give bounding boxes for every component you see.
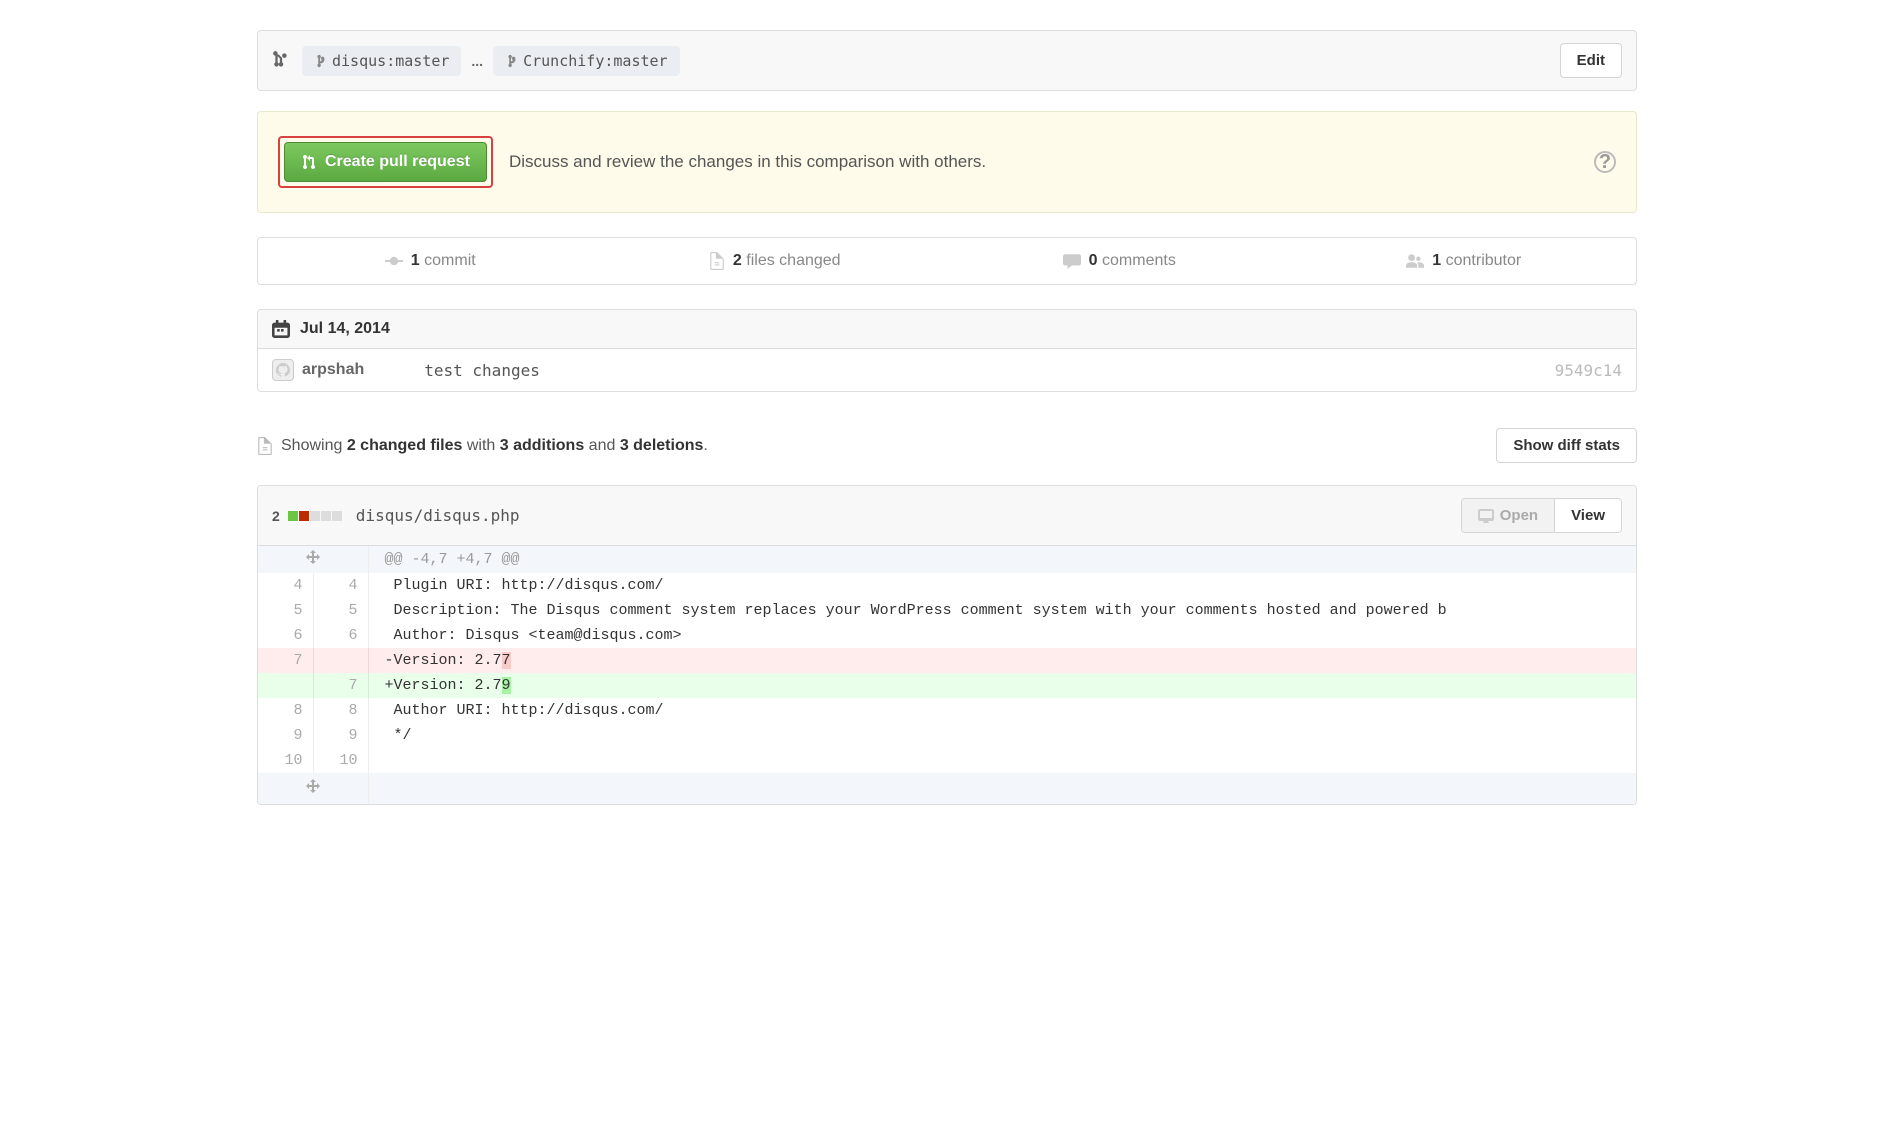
new-line-number[interactable]: 5: [313, 598, 368, 623]
old-line-number[interactable]: 4: [258, 573, 313, 598]
diff-stat-squares: [288, 511, 342, 521]
create-pull-request-button[interactable]: Create pull request: [284, 142, 487, 182]
compare-icon: [272, 50, 290, 71]
stat-commits[interactable]: 1 commit: [258, 238, 603, 284]
compare-separator: ...: [471, 53, 483, 69]
diff-line: 66 Author: Disqus <team@disqus.com>: [258, 623, 1636, 648]
files-summary: Showing 2 changed files with 3 additions…: [257, 428, 1637, 463]
diff-line: 44 Plugin URI: http://disqus.com/: [258, 573, 1636, 598]
diff-line: 55 Description: The Disqus comment syste…: [258, 598, 1636, 623]
commit-author[interactable]: arpshah: [302, 361, 364, 379]
avatar: [272, 359, 294, 381]
code-content: +Version: 2.79: [368, 673, 1636, 698]
new-line-number[interactable]: 8: [313, 698, 368, 723]
commit-row[interactable]: arpshah test changes 9549c14: [257, 349, 1637, 392]
file-change-count: 2: [272, 508, 280, 524]
create-pr-banner: Create pull request Discuss and review t…: [257, 111, 1637, 213]
file-header: 2 disqus/disqus.php Open View: [258, 486, 1636, 546]
old-line-number[interactable]: 8: [258, 698, 313, 723]
code-content: -Version: 2.77: [368, 648, 1636, 673]
branch-icon: [505, 54, 517, 68]
code-content: */: [368, 723, 1636, 748]
diff-line: 1010: [258, 748, 1636, 773]
new-line-number[interactable]: 10: [313, 748, 368, 773]
expand-icon[interactable]: [258, 773, 368, 804]
diff-line: 7 -Version: 2.77: [258, 648, 1636, 673]
desktop-icon: [1478, 509, 1494, 523]
code-content: Author URI: http://disqus.com/: [368, 698, 1636, 723]
old-line-number[interactable]: 7: [258, 648, 313, 673]
code-content: Plugin URI: http://disqus.com/: [368, 573, 1636, 598]
diff-line: 7+Version: 2.79: [258, 673, 1636, 698]
stat-comments[interactable]: 0 comments: [947, 238, 1292, 284]
file-diff-icon: [257, 437, 273, 455]
base-branch-pill[interactable]: disqus:master: [302, 46, 461, 76]
octocat-icon: [276, 363, 290, 377]
old-line-number[interactable]: [258, 673, 313, 698]
new-line-number[interactable]: 4: [313, 573, 368, 598]
commit-message[interactable]: test changes: [424, 361, 540, 380]
code-content: Author: Disqus <team@disqus.com>: [368, 623, 1636, 648]
expand-icon[interactable]: [258, 546, 368, 573]
code-content: [368, 748, 1636, 773]
diff-table: @@ -4,7 +4,7 @@44 Plugin URI: http://dis…: [258, 546, 1636, 804]
stats-bar: 1 commit 2 files changed 0 comments 1 co…: [257, 237, 1637, 285]
stat-contributors[interactable]: 1 contributor: [1292, 238, 1637, 284]
branch-icon: [314, 54, 326, 68]
file-diff-box: 2 disqus/disqus.php Open View @@ -4,7 +4…: [257, 485, 1637, 805]
old-line-number[interactable]: 6: [258, 623, 313, 648]
compare-bar: disqus:master ... Crunchify:master Edit: [257, 30, 1637, 91]
new-line-number[interactable]: 9: [313, 723, 368, 748]
edit-button[interactable]: Edit: [1560, 43, 1622, 78]
open-desktop-button: Open: [1462, 499, 1555, 532]
file-path[interactable]: disqus/disqus.php: [356, 506, 520, 525]
people-icon: [1406, 253, 1424, 269]
commit-icon: [385, 254, 403, 268]
pull-request-icon: [301, 154, 317, 170]
old-line-number[interactable]: 5: [258, 598, 313, 623]
date-label: Jul 14, 2014: [300, 320, 390, 338]
commit-sha[interactable]: 9549c14: [1555, 361, 1622, 380]
file-diff-icon: [709, 252, 725, 270]
hunk-header: @@ -4,7 +4,7 @@: [368, 546, 1636, 573]
help-icon[interactable]: ?: [1594, 151, 1616, 173]
commit-date-header: Jul 14, 2014: [257, 309, 1637, 349]
old-line-number[interactable]: 10: [258, 748, 313, 773]
head-branch-pill[interactable]: Crunchify:master: [493, 46, 680, 76]
comment-icon: [1063, 253, 1081, 269]
view-file-button[interactable]: View: [1555, 499, 1621, 532]
new-line-number[interactable]: 6: [313, 623, 368, 648]
new-line-number[interactable]: 7: [313, 673, 368, 698]
new-line-number[interactable]: [313, 648, 368, 673]
stat-files[interactable]: 2 files changed: [603, 238, 948, 284]
code-content: Description: The Disqus comment system r…: [368, 598, 1636, 623]
diff-line: 99 */: [258, 723, 1636, 748]
pr-banner-description: Discuss and review the changes in this c…: [509, 152, 986, 172]
diff-line: 88 Author URI: http://disqus.com/: [258, 698, 1636, 723]
show-diff-stats-button[interactable]: Show diff stats: [1496, 428, 1637, 463]
old-line-number[interactable]: 9: [258, 723, 313, 748]
calendar-icon: [272, 320, 290, 338]
